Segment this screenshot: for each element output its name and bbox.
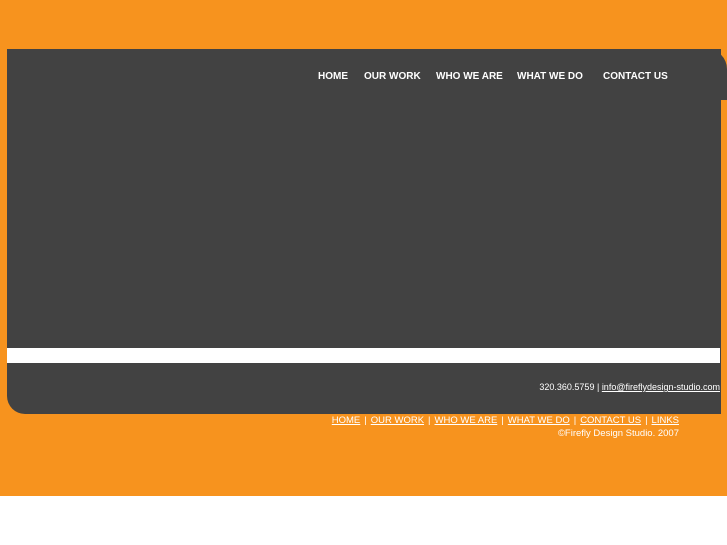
footer-who-we-are-link[interactable]: WHO WE ARE xyxy=(435,415,498,426)
footer-links-link[interactable]: LINKS xyxy=(652,415,679,426)
footer-separator: | xyxy=(364,415,367,426)
nav-contact-us-link[interactable]: CONTACT US xyxy=(603,71,668,82)
nav-what-we-do-link[interactable]: WHAT WE DO xyxy=(517,71,583,82)
phone-number: 320.360.5759 | xyxy=(539,382,600,392)
footer-separator: | xyxy=(428,415,431,426)
copyright-text: ©Firefly Design Studio. 2007 xyxy=(557,428,679,439)
footer-our-work-link[interactable]: OUR WORK xyxy=(371,415,424,426)
nav-home-link[interactable]: HOME xyxy=(318,71,348,82)
footer-separator: | xyxy=(645,415,648,426)
email-link[interactable]: info@fireflydesign-studio.com xyxy=(602,382,720,392)
nav-who-we-are-link[interactable]: WHO WE ARE xyxy=(436,71,503,82)
nav-our-work-link[interactable]: OUR WORK xyxy=(364,71,421,82)
footer-home-link[interactable]: HOME xyxy=(332,415,361,426)
divider-bar xyxy=(7,348,720,363)
footer-nav: HOME | OUR WORK | WHO WE ARE | WHAT WE DO | CONT… xyxy=(332,415,679,426)
footer-what-we-do-link[interactable]: WHAT WE DO xyxy=(508,415,570,426)
nav-bar-cap xyxy=(700,49,727,100)
footer-contact-us-link[interactable]: CONTACT US xyxy=(580,415,641,426)
footer-separator: | xyxy=(501,415,504,426)
contact-info: 320.360.5759 | info@fireflydesign-studio… xyxy=(539,382,720,392)
footer-separator: | xyxy=(573,415,577,426)
